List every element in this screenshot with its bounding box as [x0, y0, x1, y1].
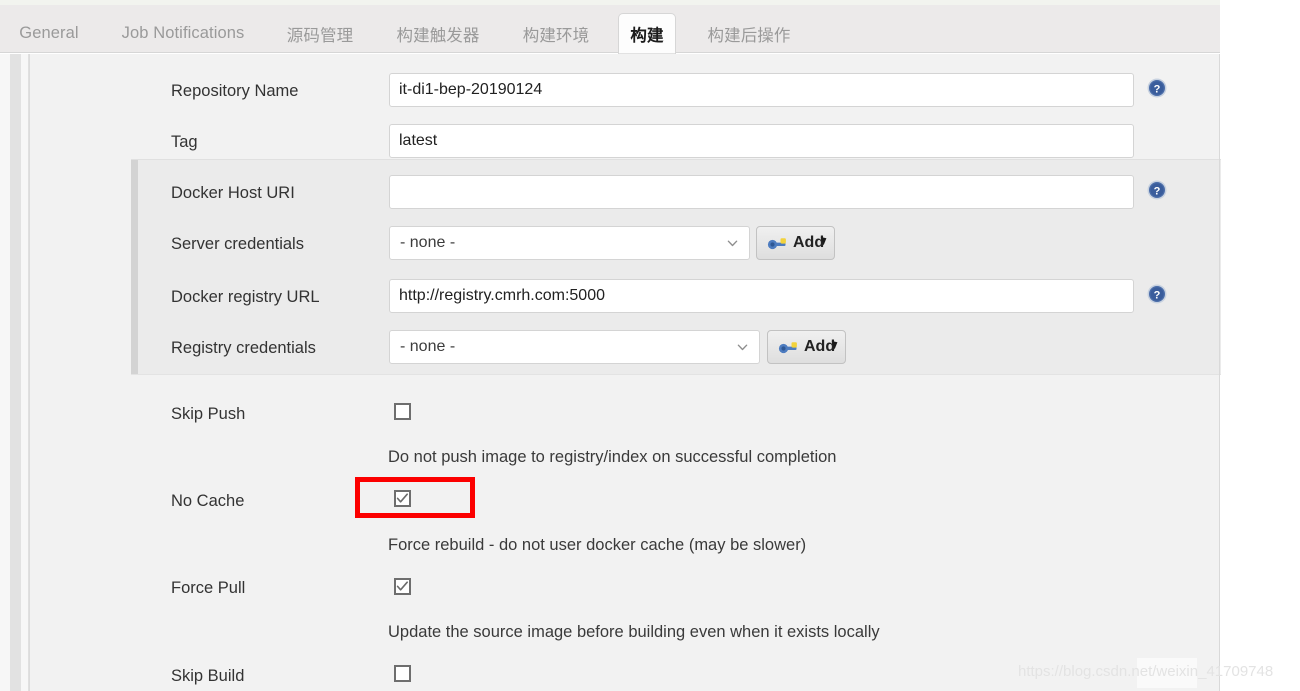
add-registry-credentials-label: Add	[804, 338, 836, 355]
server-credentials-select[interactable]: - none -	[389, 226, 750, 260]
tag-label: Tag	[171, 133, 198, 151]
tag-input[interactable]	[389, 124, 1134, 158]
skip-push-checkbox[interactable]	[394, 403, 411, 420]
svg-text:?: ?	[1154, 186, 1161, 198]
force-pull-checkbox[interactable]	[394, 578, 411, 595]
repository-name-label: Repository Name	[171, 82, 299, 100]
watermark-text: https://blog.csdn.net/weixin_41709748	[1018, 663, 1274, 680]
config-tab-bar: General Job Notifications 源码管理 构建触发器 构建环…	[0, 5, 1220, 54]
skip-build-label: Skip Build	[171, 667, 245, 685]
skip-build-checkbox[interactable]	[394, 665, 411, 682]
chevron-down-icon	[737, 344, 748, 351]
tab-build[interactable]: 构建	[618, 13, 676, 54]
help-icon[interactable]: ?	[1147, 78, 1167, 98]
add-registry-credentials-button[interactable]: Add	[767, 330, 847, 364]
key-icon	[767, 238, 786, 250]
docker-registry-url-label: Docker registry URL	[171, 288, 320, 306]
no-cache-label: No Cache	[171, 492, 245, 510]
force-pull-label: Force Pull	[171, 579, 246, 597]
docker-registry-url-input[interactable]	[389, 279, 1134, 313]
no-cache-description: Force rebuild - do not user docker cache…	[388, 536, 807, 554]
add-server-credentials-button[interactable]: Add	[756, 226, 836, 260]
registry-credentials-value: - none -	[400, 338, 456, 355]
key-icon	[778, 342, 797, 354]
checkmark-icon	[396, 581, 408, 591]
page-scrollbar[interactable]	[10, 54, 21, 691]
checkmark-icon	[396, 493, 408, 503]
skip-push-label: Skip Push	[171, 405, 246, 423]
docker-host-uri-input[interactable]	[389, 175, 1134, 209]
registry-credentials-select[interactable]: - none -	[389, 330, 760, 364]
no-cache-checkbox[interactable]	[394, 490, 411, 507]
server-credentials-value: - none -	[400, 234, 456, 251]
server-credentials-label: Server credentials	[171, 235, 304, 253]
help-icon[interactable]: ?	[1147, 284, 1167, 304]
svg-text:?: ?	[1154, 290, 1161, 302]
chevron-down-icon	[727, 240, 738, 247]
tab-build-environment[interactable]: 构建环境	[508, 13, 604, 54]
docker-host-uri-label: Docker Host URI	[171, 184, 295, 202]
tab-general[interactable]: General	[4, 13, 94, 54]
tab-post-build-actions[interactable]: 构建后操作	[686, 13, 812, 54]
force-pull-description: Update the source image before building …	[388, 623, 880, 641]
build-config-form: Repository Name ? Tag Docker Host URI	[29, 54, 1221, 691]
help-icon[interactable]: ?	[1147, 180, 1167, 200]
svg-text:?: ?	[1154, 84, 1161, 96]
tab-build-triggers[interactable]: 构建触发器	[372, 13, 504, 54]
skip-push-description: Do not push image to registry/index on s…	[388, 448, 837, 466]
tab-source-code-management[interactable]: 源码管理	[272, 13, 368, 54]
add-server-credentials-label: Add	[793, 234, 825, 251]
page-root: General Job Notifications 源码管理 构建触发器 构建环…	[0, 0, 1300, 691]
section-accent-bar	[131, 160, 138, 374]
registry-credentials-label: Registry credentials	[171, 339, 316, 357]
repository-name-input[interactable]	[389, 73, 1134, 107]
tab-job-notifications[interactable]: Job Notifications	[98, 13, 268, 54]
